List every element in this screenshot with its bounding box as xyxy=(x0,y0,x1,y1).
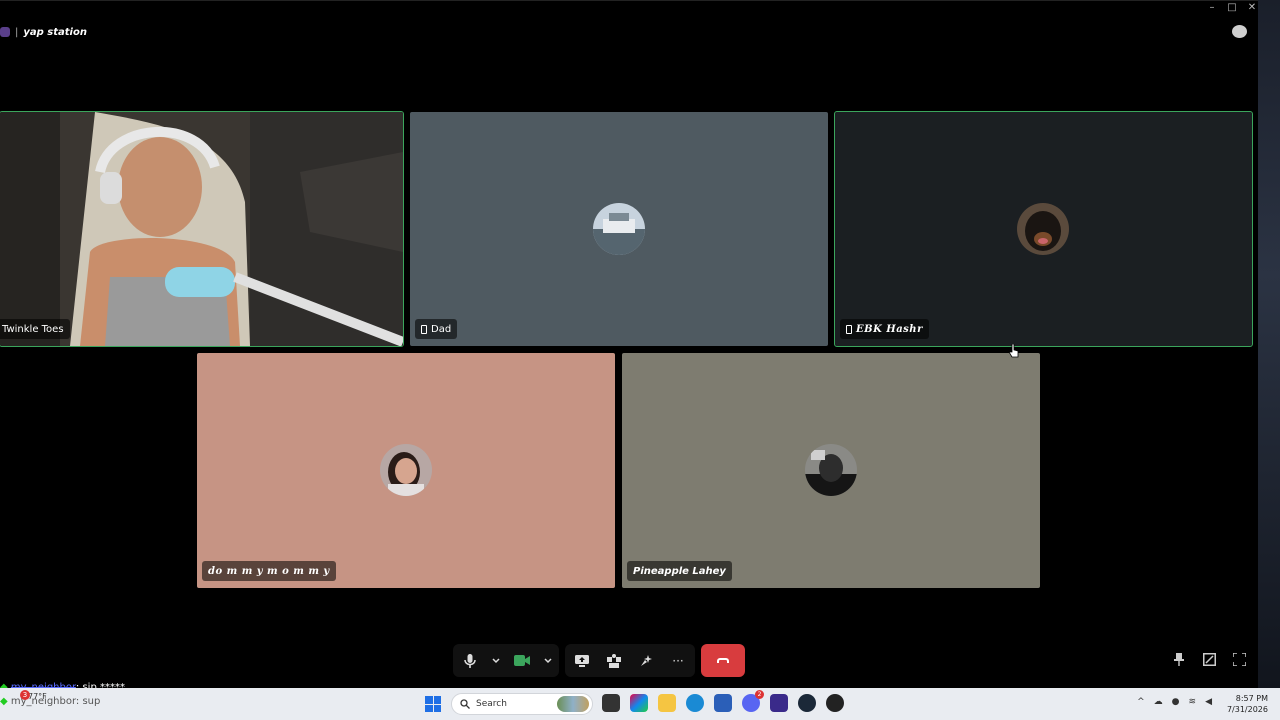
chat-line: ◆ my_neighbor: sup xyxy=(0,696,101,707)
search-icon xyxy=(460,699,470,709)
start-button[interactable] xyxy=(425,696,441,712)
screen-share-icon[interactable] xyxy=(571,650,593,672)
participant-name: Twinkle Toes xyxy=(2,323,64,335)
chat-bubble-icon[interactable] xyxy=(1232,25,1247,38)
taskbar-search[interactable]: Search xyxy=(451,693,593,715)
mobile-phone-icon xyxy=(846,324,852,334)
discord-icon[interactable]: 2 xyxy=(742,690,764,712)
avatar xyxy=(380,444,432,496)
participant-tile-dad[interactable]: Dad xyxy=(410,112,828,346)
participant-name-tag: Dad xyxy=(415,319,458,339)
start-tile xyxy=(433,696,441,704)
wifi-icon[interactable]: ≋ xyxy=(1189,697,1197,707)
pin-icon[interactable] xyxy=(1172,652,1186,666)
steam-icon[interactable] xyxy=(798,694,816,712)
edge-browser-icon[interactable] xyxy=(686,694,704,712)
avatar xyxy=(805,444,857,496)
tray-overflow-chevron-icon[interactable]: ^ xyxy=(1137,697,1145,707)
camera-icon[interactable] xyxy=(511,650,533,672)
popout-icon[interactable] xyxy=(1202,652,1216,666)
server-icon xyxy=(0,27,10,37)
search-placeholder: Search xyxy=(476,699,507,709)
channel-title[interactable]: | yap station xyxy=(0,25,87,39)
participant-tile-pineapple-lahey[interactable]: Pineapple Lahey xyxy=(622,353,1040,588)
window-edge xyxy=(0,0,1258,1)
start-tile xyxy=(433,704,441,712)
phone-hangup-icon xyxy=(717,658,729,663)
minimize-button[interactable]: – xyxy=(1206,2,1218,13)
participant-tile-ebk-hashr[interactable]: EBK Hashr xyxy=(834,111,1253,347)
copilot-icon[interactable] xyxy=(630,694,648,712)
participant-name: EBK Hashr xyxy=(856,323,923,335)
activities-icon[interactable] xyxy=(603,650,625,672)
start-tile xyxy=(425,704,433,712)
desktop-background-strip xyxy=(1258,0,1280,688)
microphone-tray-icon[interactable]: ● xyxy=(1172,697,1180,707)
search-highlight-image xyxy=(557,696,589,712)
call-controls: ··· xyxy=(453,644,745,677)
avatar xyxy=(1017,203,1069,255)
channel-name: yap station xyxy=(23,26,87,38)
participant-name-tag: Pineapple Lahey xyxy=(627,561,732,581)
file-explorer-icon[interactable] xyxy=(658,694,676,712)
chat-text: : sup xyxy=(75,696,101,707)
taskbar-clock[interactable]: 8:57 PM 7/31/2026 xyxy=(1227,693,1268,715)
obs-icon[interactable] xyxy=(826,694,844,712)
volume-icon[interactable]: ◀ xyxy=(1205,697,1212,707)
maximize-button[interactable]: □ xyxy=(1226,2,1238,13)
weather-alert-badge: 3 xyxy=(20,690,30,700)
microphone-icon[interactable] xyxy=(459,650,481,672)
participant-name-tag: do m m y m o m m y xyxy=(202,561,336,581)
more-options-button[interactable]: ··· xyxy=(667,650,689,672)
windows-taskbar: 77°F ◆ my_neighbor: sup 3 Search 2 ^ ☁ ●… xyxy=(0,688,1280,720)
mic-camera-group xyxy=(453,644,559,677)
mouse-cursor-icon xyxy=(1008,343,1019,358)
title-separator: | xyxy=(15,26,19,38)
notification-badge: 2 xyxy=(755,690,764,699)
microsoft-store-icon[interactable] xyxy=(714,694,732,712)
participant-tile-twinkle-toes[interactable]: Twinkle Toes xyxy=(0,111,404,347)
view-controls xyxy=(1172,652,1246,666)
call-header: | yap station – □ ✕ xyxy=(0,0,1258,62)
participant-name: Pineapple Lahey xyxy=(633,565,726,577)
close-button[interactable]: ✕ xyxy=(1246,2,1258,13)
avatar xyxy=(593,203,645,255)
pinned-apps: 2 xyxy=(602,690,844,712)
extras-group: ··· xyxy=(565,644,695,677)
video-feed xyxy=(0,112,403,346)
disconnect-button[interactable] xyxy=(701,644,745,677)
clock-date: 7/31/2026 xyxy=(1226,705,1268,714)
mic-options-chevron-icon[interactable] xyxy=(491,650,501,672)
discord-call-window: | yap station – □ ✕ Twinkle Toes Dad EBK… xyxy=(0,0,1258,688)
fullscreen-icon[interactable] xyxy=(1232,652,1246,666)
participant-name-tag: EBK Hashr xyxy=(840,319,929,339)
participant-name-tag: Twinkle Toes xyxy=(0,319,70,339)
onedrive-icon[interactable]: ☁ xyxy=(1154,697,1163,707)
amazon-music-icon[interactable] xyxy=(770,694,788,712)
task-view-icon[interactable] xyxy=(602,694,620,712)
participant-name: Dad xyxy=(431,323,452,335)
window-controls: – □ ✕ xyxy=(1206,2,1258,13)
system-tray: ^ ☁ ● ≋ ◀ xyxy=(1137,697,1212,707)
clock-time: 8:57 PM xyxy=(1235,694,1268,703)
camera-options-chevron-icon[interactable] xyxy=(543,650,553,672)
soundboard-icon[interactable] xyxy=(635,650,657,672)
start-tile xyxy=(425,696,433,704)
participant-tile-dommy-mommy[interactable]: do m m y m o m m y xyxy=(197,353,615,588)
mobile-phone-icon xyxy=(421,324,427,334)
participant-name: do m m y m o m m y xyxy=(208,565,330,577)
